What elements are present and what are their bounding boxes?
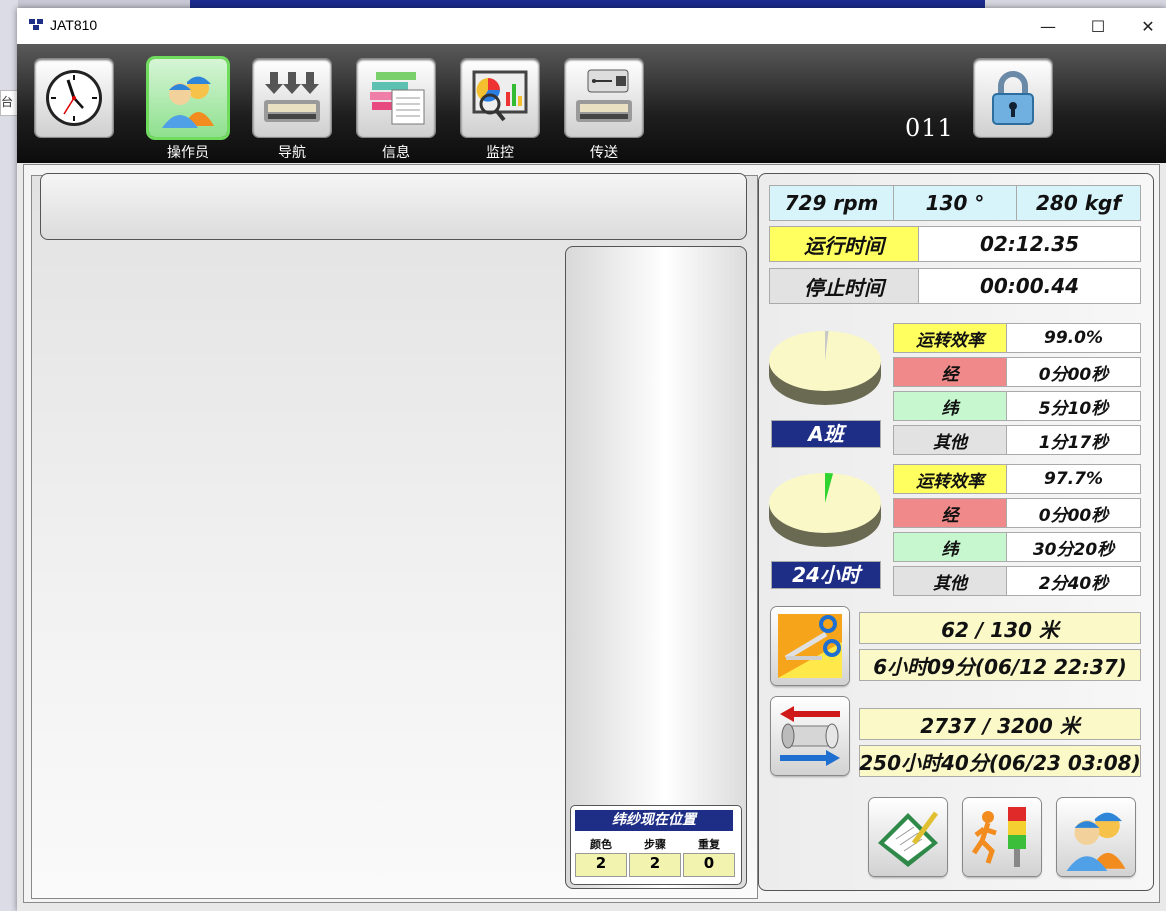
run-time-label: 运行时间 — [769, 226, 919, 262]
clipboard-pen-icon — [878, 811, 939, 867]
information-button[interactable] — [357, 59, 435, 137]
shift-a-efficiency-value: 99.0% — [1006, 323, 1141, 353]
tab-information-label: 信息 — [382, 145, 410, 161]
padlock-icon — [992, 71, 1034, 125]
24h-warp-label: 经 — [893, 498, 1007, 528]
operators-panel-button[interactable] — [1057, 798, 1135, 876]
24h-other-value: 2分40秒 — [1006, 566, 1141, 596]
close-button[interactable]: ✕ — [1123, 8, 1166, 44]
app-logo-icon — [29, 19, 43, 30]
navigation-button[interactable] — [253, 59, 331, 137]
shift-a-warp-label: 经 — [893, 357, 1007, 387]
weft-step-label: 步骤 — [644, 838, 666, 851]
maximize-button[interactable]: ☐ — [1073, 8, 1123, 44]
operators-icon — [162, 76, 214, 128]
beam-button[interactable] — [771, 697, 849, 775]
window-title: JAT810 — [50, 17, 98, 33]
information-icon — [370, 72, 425, 125]
weft-repeat-value: 0 — [683, 853, 735, 877]
side-column-panel — [565, 246, 747, 889]
24h-efficiency-pie — [769, 473, 881, 547]
cloth-eta-value: 6小时09分(06/12 22:37) — [859, 649, 1141, 681]
angle-value: 130 ° — [893, 185, 1017, 221]
speed-value: 729 rpm — [769, 185, 894, 221]
operators-icon — [1066, 812, 1126, 871]
shift-a-tag: A班 — [771, 420, 881, 448]
shift-a-efficiency-pie — [769, 331, 881, 405]
clock-icon — [46, 70, 102, 126]
beam-length-value: 2737 / 3200 米 — [859, 708, 1141, 740]
shift-a-other-value: 1分17秒 — [1006, 425, 1141, 455]
24h-other-label: 其他 — [893, 566, 1007, 596]
notes-button[interactable] — [869, 798, 947, 876]
station-counter: 011 — [905, 114, 954, 142]
runner-signal-tower-icon — [971, 807, 1026, 867]
24h-efficiency-value: 97.7% — [1006, 464, 1141, 494]
navigation-icon — [264, 72, 320, 122]
weft-position-title: 纬纱现在位置 — [575, 810, 733, 831]
clock-button[interactable] — [35, 59, 113, 137]
shift-a-warp-value: 0分00秒 — [1006, 357, 1141, 387]
24h-weft-label: 纬 — [893, 532, 1007, 562]
stop-time-value: 00:00.44 — [918, 268, 1141, 304]
weft-color-label: 颜色 — [590, 838, 612, 851]
transfer-button[interactable] — [565, 59, 643, 137]
usb-transfer-icon — [576, 69, 632, 122]
tab-monitor-label: 监控 — [486, 145, 514, 161]
24h-efficiency-label: 运转效率 — [893, 464, 1007, 494]
shift-a-other-label: 其他 — [893, 425, 1007, 455]
shift-a-efficiency-label: 运转效率 — [893, 323, 1007, 353]
title-bar: JAT810 — ☐ ✕ — [17, 8, 1166, 44]
background-window: 台联 — [0, 0, 20, 911]
run-time-value: 02:12.35 — [918, 226, 1141, 262]
tab-navigation-label: 导航 — [278, 145, 306, 161]
stop-time-label: 停止时间 — [769, 268, 919, 304]
cloth-length-value: 62 / 130 米 — [859, 612, 1141, 644]
toolbar: 操作员 导航 信息 监控 传送 011 — [17, 44, 1166, 163]
warp-beam-icon — [780, 706, 840, 766]
weft-color-value: 2 — [575, 853, 627, 877]
tension-value: 280 kgf — [1016, 185, 1141, 221]
tab-transfer-label: 传送 — [590, 145, 618, 161]
operators-button[interactable] — [149, 59, 227, 137]
weft-repeat-label: 重复 — [698, 838, 720, 851]
lock-button[interactable] — [974, 59, 1052, 137]
tab-operators-label: 操作员 — [167, 145, 209, 161]
monitor-icon — [472, 70, 528, 122]
minimize-button[interactable]: — — [1023, 8, 1073, 44]
operator-status-button[interactable] — [963, 798, 1041, 876]
message-panel — [40, 173, 747, 240]
weft-step-value: 2 — [629, 853, 681, 877]
weft-position-box: 纬纱现在位置 颜色 步骤 重复 2 2 0 — [570, 805, 742, 885]
status-panel: 729 rpm 130 ° 280 kgf 运行时间 02:12.35 停止时间… — [758, 173, 1154, 891]
cloth-cut-button[interactable] — [771, 607, 849, 685]
shift-a-weft-value: 5分10秒 — [1006, 391, 1141, 421]
24h-warp-value: 0分00秒 — [1006, 498, 1141, 528]
monitor-button[interactable] — [461, 59, 539, 137]
beam-eta-value: 250小时40分(06/23 03:08) — [859, 745, 1141, 777]
shift-a-weft-label: 纬 — [893, 391, 1007, 421]
app-window: JAT810 — ☐ ✕ 操作员 导航 信息 监控 传送 011 纬纱现在位置 … — [17, 8, 1166, 911]
24h-weft-value: 30分20秒 — [1006, 532, 1141, 562]
24h-tag: 24小时 — [771, 561, 881, 589]
scissors-cloth-icon — [778, 614, 842, 678]
